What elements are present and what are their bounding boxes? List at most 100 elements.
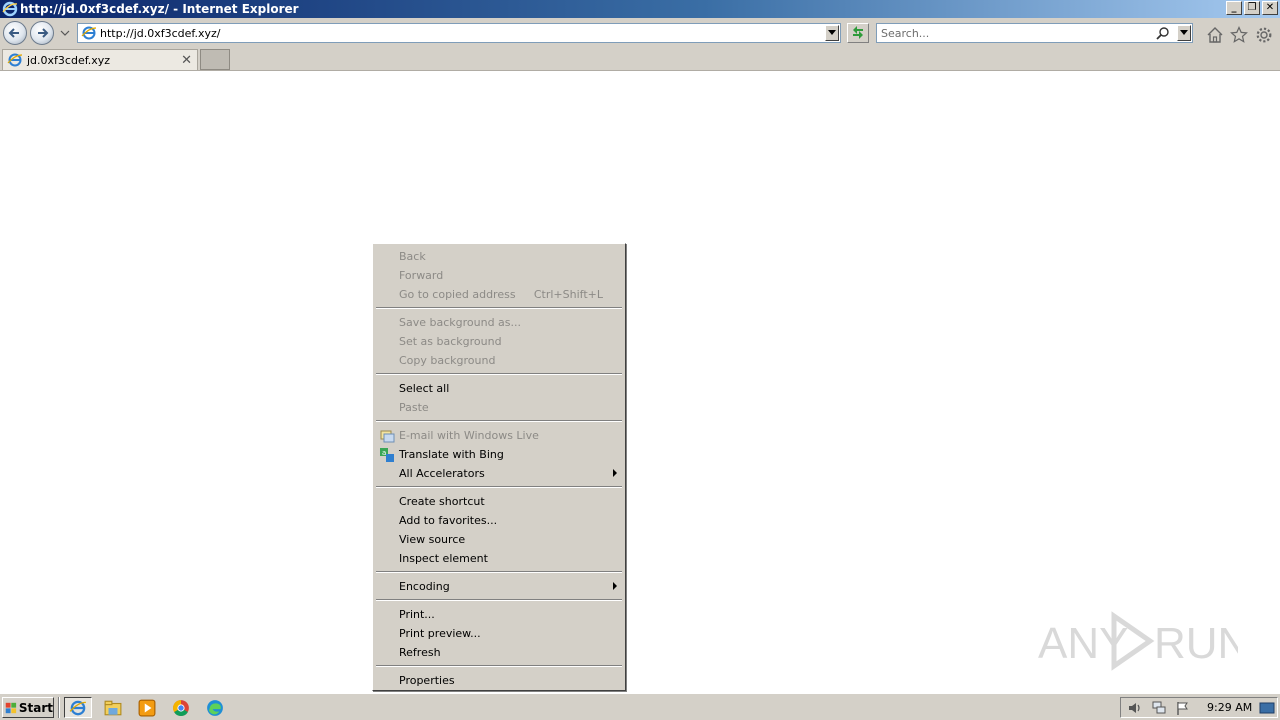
address-text[interactable]: http://jd.0xf3cdef.xyz/ — [100, 27, 220, 40]
menu-separator — [376, 373, 622, 375]
menu-item-properties[interactable]: Properties — [375, 671, 623, 690]
volume-icon[interactable] — [1127, 700, 1143, 716]
back-button[interactable] — [3, 21, 27, 45]
menu-item-add-to-favorites[interactable]: Add to favorites... — [375, 511, 623, 530]
gear-icon[interactable] — [1255, 26, 1273, 44]
refresh-go-button[interactable] — [847, 23, 869, 43]
taskbar-explorer-button[interactable] — [99, 697, 127, 718]
ie-icon — [69, 700, 86, 715]
taskbar-media-player-button[interactable] — [133, 697, 161, 718]
menu-item-print[interactable]: Print... — [375, 605, 623, 624]
back-arrow-icon — [8, 28, 19, 38]
menu-item-label: Refresh — [399, 646, 441, 659]
menu-item-label: Print... — [399, 608, 435, 621]
minimize-button[interactable]: _ — [1226, 1, 1242, 15]
menu-item-label: E-mail with Windows Live — [399, 429, 539, 442]
menu-item-label: Create shortcut — [399, 495, 485, 508]
menu-item-forward[interactable]: Forward — [375, 266, 623, 285]
submenu-arrow-icon — [613, 582, 617, 590]
window-title: http://jd.0xf3cdef.xyz/ - Internet Explo… — [20, 2, 299, 16]
menu-item-refresh[interactable]: Refresh — [375, 643, 623, 662]
menu-item-label: Print preview... — [399, 627, 481, 640]
taskbar: Start 9:29 AM — [0, 693, 1280, 720]
menu-item-label: Encoding — [399, 580, 450, 593]
tab-label: jd.0xf3cdef.xyz — [27, 53, 111, 67]
search-icon[interactable] — [1156, 26, 1170, 40]
menu-item-view-source[interactable]: View source — [375, 530, 623, 549]
navigation-bar: http://jd.0xf3cdef.xyz/ — [0, 18, 1280, 48]
chrome-icon — [173, 699, 189, 716]
restore-button[interactable]: ❐ — [1244, 1, 1260, 15]
search-input[interactable] — [881, 25, 1151, 41]
edge-icon — [207, 699, 223, 716]
context-menu: Back Forward Go to copied address Ctrl+S… — [372, 243, 626, 691]
menu-item-label: Paste — [399, 401, 429, 414]
recent-pages-dropdown-icon[interactable] — [60, 28, 70, 38]
search-box[interactable] — [876, 23, 1193, 43]
taskbar-separator — [58, 697, 60, 718]
minimize-icon: _ — [1231, 2, 1237, 13]
menu-separator — [376, 420, 622, 422]
menu-item-label: Back — [399, 250, 426, 263]
start-button[interactable]: Start — [2, 697, 54, 718]
menu-separator — [376, 599, 622, 601]
windows-flag-icon — [5, 702, 17, 713]
forward-button[interactable] — [30, 21, 54, 45]
menu-item-label: Go to copied address — [399, 288, 516, 301]
explorer-icon — [104, 700, 122, 715]
taskbar-chrome-button[interactable] — [167, 697, 195, 718]
menu-item-email-windows-live[interactable]: E-mail with Windows Live — [375, 426, 623, 445]
menu-item-back[interactable]: Back — [375, 247, 623, 266]
menu-item-label: Select all — [399, 382, 450, 395]
menu-item-label: View source — [399, 533, 466, 546]
anyrun-logo-icon: ANY RUN — [1038, 611, 1238, 671]
taskbar-ie-button[interactable] — [64, 697, 92, 718]
system-tray: 9:29 AM — [1120, 697, 1278, 718]
taskbar-edge-button[interactable] — [201, 697, 229, 718]
menu-separator — [376, 571, 622, 573]
address-bar[interactable]: http://jd.0xf3cdef.xyz/ — [77, 23, 841, 43]
close-button[interactable]: ✕ — [1262, 1, 1278, 15]
menu-item-print-preview[interactable]: Print preview... — [375, 624, 623, 643]
page-content[interactable] — [0, 71, 1280, 693]
menu-item-paste[interactable]: Paste — [375, 398, 623, 417]
menu-item-label: Properties — [399, 674, 455, 687]
watermark-text-run: RUN — [1154, 619, 1238, 668]
menu-item-all-accelerators[interactable]: All Accelerators — [375, 464, 623, 483]
page-ie-icon — [81, 26, 97, 40]
menu-separator — [376, 486, 622, 488]
menu-item-copy-background[interactable]: Copy background — [375, 351, 623, 370]
search-dropdown-button[interactable] — [1177, 25, 1191, 41]
new-tab-button[interactable] — [200, 49, 230, 70]
clock[interactable]: 9:29 AM — [1207, 701, 1252, 714]
anyrun-watermark: ANY RUN — [1038, 606, 1238, 676]
address-dropdown-button[interactable] — [825, 25, 839, 41]
menu-item-save-background[interactable]: Save background as... — [375, 313, 623, 332]
close-icon: ✕ — [1265, 2, 1275, 13]
menu-item-label: Save background as... — [399, 316, 522, 329]
menu-item-translate-with-bing[interactable]: a Translate with Bing — [375, 445, 623, 464]
title-bar: http://jd.0xf3cdef.xyz/ - Internet Explo… — [0, 0, 1280, 18]
menu-item-label: All Accelerators — [399, 467, 485, 480]
menu-item-select-all[interactable]: Select all — [375, 379, 623, 398]
home-icon[interactable] — [1206, 26, 1224, 44]
tab-current[interactable]: jd.0xf3cdef.xyz ✕ — [2, 49, 198, 70]
action-center-flag-icon[interactable] — [1175, 700, 1191, 716]
bing-translate-icon: a — [380, 448, 394, 462]
network-icon[interactable] — [1151, 700, 1167, 716]
go-arrows-icon — [853, 26, 863, 39]
menu-item-create-shortcut[interactable]: Create shortcut — [375, 492, 623, 511]
menu-item-inspect-element[interactable]: Inspect element — [375, 549, 623, 568]
menu-item-set-as-background[interactable]: Set as background — [375, 332, 623, 351]
favorites-star-icon[interactable] — [1230, 26, 1248, 44]
menu-item-label: Copy background — [399, 354, 496, 367]
submenu-arrow-icon — [613, 469, 617, 477]
page-ie-icon — [7, 53, 23, 67]
media-player-icon — [138, 699, 156, 716]
start-label: Start — [18, 700, 53, 715]
close-tab-icon[interactable]: ✕ — [181, 53, 192, 68]
windows-live-icon — [380, 430, 395, 443]
menu-item-encoding[interactable]: Encoding — [375, 577, 623, 596]
menu-item-go-to-copied-address[interactable]: Go to copied address Ctrl+Shift+L — [375, 285, 623, 304]
show-desktop-icon[interactable] — [1259, 700, 1275, 716]
